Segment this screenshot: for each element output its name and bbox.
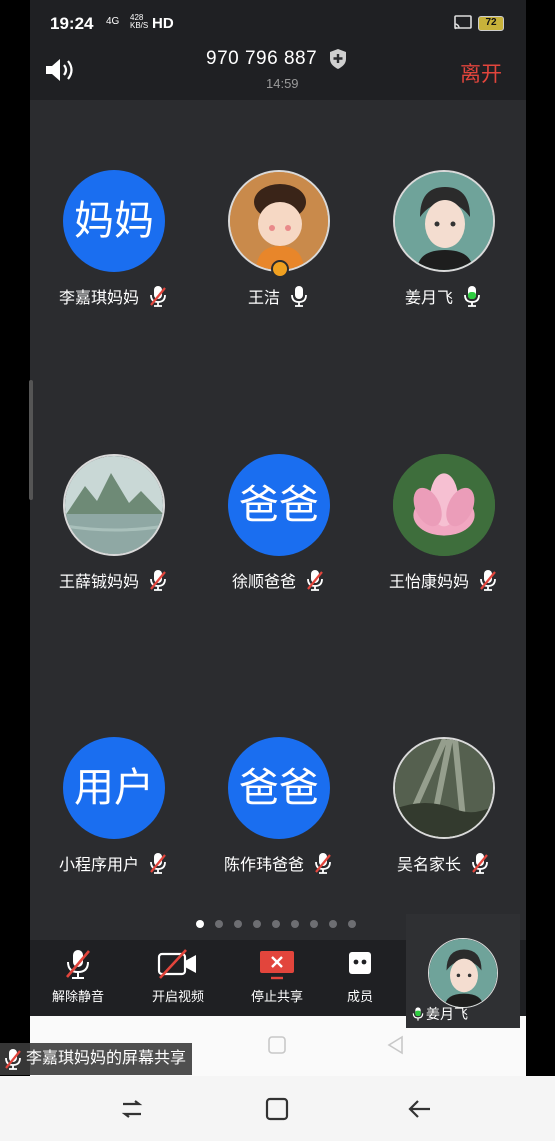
anime-boy-avatar-icon — [429, 939, 497, 1007]
shield-icon[interactable] — [328, 48, 348, 70]
unmute-button[interactable]: 解除静音 — [38, 948, 118, 1005]
screen-share-text: 李嘉琪妈妈的屏幕共享 — [26, 1050, 187, 1067]
mini-video-name: 姜月飞 — [426, 1006, 468, 1022]
cast-icon — [454, 15, 472, 30]
avatar — [393, 170, 495, 272]
avatar: 妈妈 — [63, 170, 165, 272]
page-dot[interactable] — [329, 920, 337, 928]
avatar — [63, 454, 165, 556]
mic-muted-icon — [5, 1049, 21, 1070]
participant-tile[interactable]: 爸爸 徐顺爸爸 — [195, 454, 361, 604]
participant-name: 小程序用户 — [58, 857, 139, 874]
participant-name: 姜月飞 — [404, 290, 453, 307]
page-dot[interactable] — [291, 920, 299, 928]
participant-name: 李嘉琪妈妈 — [58, 290, 139, 307]
system-nav-bar — [0, 1076, 555, 1141]
mic-muted-icon — [480, 570, 496, 591]
screen-share-banner: 李嘉琪妈妈的屏幕共享 — [0, 1043, 193, 1075]
page-dot[interactable] — [348, 920, 356, 928]
avatar — [228, 170, 330, 272]
avatar — [428, 938, 498, 1008]
participant-tile[interactable]: 爸爸 陈作玮爸爸 — [195, 737, 361, 887]
participant-name: 吴名家长 — [396, 857, 461, 874]
page-dot[interactable] — [196, 920, 204, 928]
participant-name: 王洁 — [247, 290, 280, 307]
network-speed: 428 KB/S — [130, 13, 149, 30]
participant-tile[interactable]: 吴名家长 — [360, 737, 526, 887]
page-dot[interactable] — [272, 920, 280, 928]
participant-tile[interactable]: 王怡康妈妈 — [360, 454, 526, 604]
meeting-timer: 14:59 — [266, 76, 299, 91]
meeting-id[interactable]: 970 796 887 — [206, 48, 317, 70]
status-bar: 19:24 4G 428 KB/S HD 72 — [30, 0, 526, 48]
page-dot[interactable] — [253, 920, 261, 928]
participant-tile[interactable]: 用户 小程序用户 — [30, 737, 196, 887]
mic-muted-icon — [150, 853, 166, 874]
video-off-icon — [157, 949, 196, 979]
stop-share-label: 停止共享 — [250, 989, 303, 1004]
members-button[interactable]: 成员 — [325, 948, 395, 1005]
status-time: 19:24 — [50, 14, 94, 33]
meeting-header: 970 796 887 14:59 离开 — [30, 48, 526, 100]
start-video-button[interactable]: 开启视频 — [138, 948, 218, 1005]
avatar: 爸爸 — [228, 454, 330, 556]
participant-tile[interactable]: 姜月飞 — [360, 170, 526, 320]
back-triangle-icon — [387, 1035, 403, 1055]
scroll-handle[interactable] — [29, 380, 33, 500]
participant-name: 王怡康妈妈 — [388, 574, 469, 591]
participant-tile[interactable]: 王洁 — [195, 170, 361, 320]
cartoon-avatar-icon — [230, 172, 328, 270]
recent-apps-icon[interactable] — [117, 1094, 147, 1124]
mic-muted-icon — [472, 853, 488, 874]
participant-name: 王薛铖妈妈 — [58, 574, 139, 591]
participant-tile[interactable]: 王薛铖妈妈 — [30, 454, 196, 604]
participant-tile[interactable]: 妈妈 李嘉琪妈妈 — [30, 170, 196, 320]
leave-button[interactable]: 离开 — [460, 58, 502, 88]
mic-muted-icon — [307, 570, 323, 591]
mic-muted-icon — [150, 570, 166, 591]
members-icon — [349, 952, 371, 974]
mic-speaking-icon — [412, 1007, 424, 1021]
home-icon[interactable] — [262, 1094, 292, 1124]
avatar — [393, 737, 495, 839]
mic-icon — [291, 286, 307, 307]
mic-speaking-icon — [464, 286, 480, 307]
page-indicator[interactable] — [196, 920, 356, 928]
left-border — [0, 0, 30, 1141]
page-dot[interactable] — [234, 920, 242, 928]
start-video-label: 开启视频 — [151, 989, 204, 1004]
stop-share-button[interactable]: 停止共享 — [237, 948, 317, 1005]
stop-share-icon — [260, 951, 294, 980]
anime-boy-avatar-icon — [395, 172, 493, 270]
members-label: 成员 — [346, 989, 373, 1004]
battery-icon: 72 — [478, 16, 504, 31]
speaker-icon[interactable] — [44, 56, 76, 84]
right-border — [526, 0, 555, 1141]
back-icon[interactable] — [405, 1094, 435, 1124]
lotus-avatar-icon — [393, 454, 495, 556]
mic-muted-icon — [315, 853, 331, 874]
host-badge-icon — [271, 260, 289, 278]
page-dot[interactable] — [310, 920, 318, 928]
participant-name: 徐顺爸爸 — [231, 574, 296, 591]
page-dot[interactable] — [215, 920, 223, 928]
network-indicator: 4G — [106, 16, 120, 27]
avatar: 用户 — [63, 737, 165, 839]
landscape-avatar-icon — [65, 456, 163, 554]
sunrays-avatar-icon — [395, 739, 493, 837]
square-icon — [268, 1036, 286, 1054]
mic-muted-icon — [150, 286, 166, 307]
participant-name: 陈作玮爸爸 — [223, 857, 304, 874]
unmute-label: 解除静音 — [51, 989, 104, 1004]
mic-muted-icon — [66, 950, 90, 979]
hd-indicator: HD — [152, 15, 174, 32]
self-video-window[interactable]: 姜月飞 — [406, 914, 520, 1028]
phone-screen: 19:24 4G 428 KB/S HD 72 970 796 887 14:59… — [29, 0, 526, 1141]
avatar — [393, 454, 495, 556]
avatar: 爸爸 — [228, 737, 330, 839]
